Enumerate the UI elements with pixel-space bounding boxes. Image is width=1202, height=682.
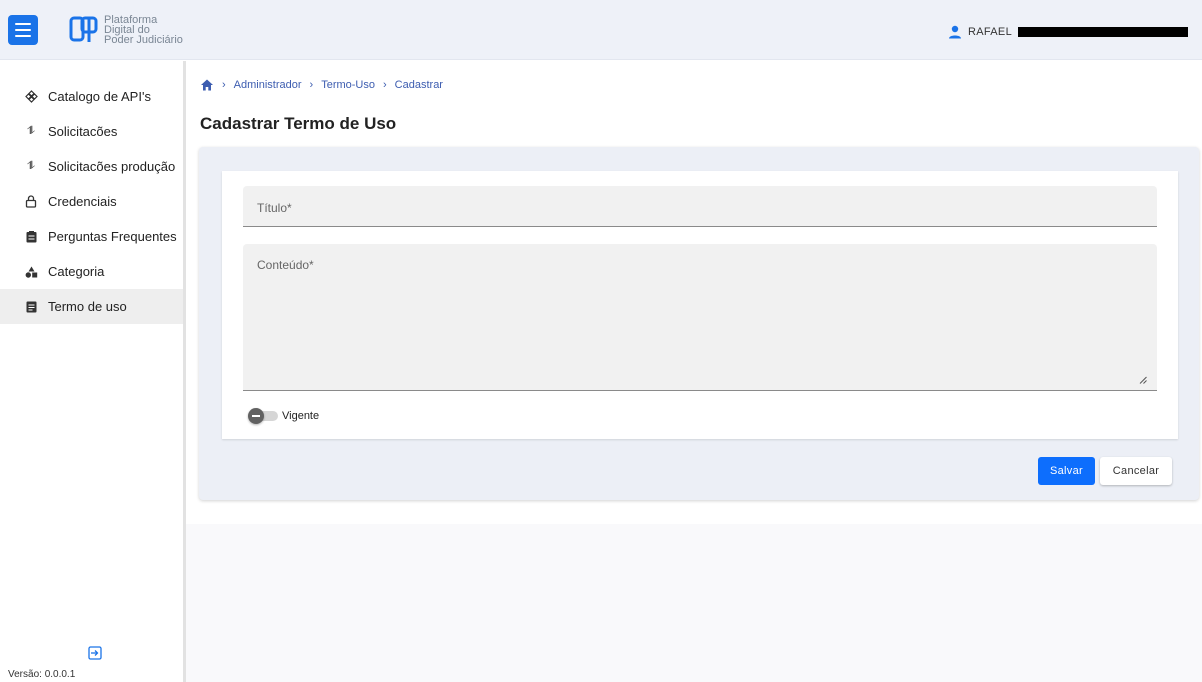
chevron-right-icon: ›: [222, 79, 226, 91]
pdpj-logo[interactable]: Plataforma Digital do Poder Judiciário: [68, 14, 183, 46]
api-catalog-icon: [24, 90, 38, 104]
sidebar: Catalogo de API's ⥮ Solicitacões ⥮ Solic…: [0, 61, 186, 682]
sidebar-item-catalogo-api[interactable]: Catalogo de API's: [0, 79, 183, 114]
logout-icon[interactable]: [88, 646, 102, 660]
breadcrumb-cadastrar[interactable]: Cadastrar: [395, 79, 443, 91]
version-text: Versão: 0.0.0.1: [8, 669, 76, 680]
hamburger-menu-button[interactable]: [8, 15, 38, 45]
redacted-surname: [1018, 27, 1188, 37]
breadcrumb-administrador[interactable]: Administrador: [234, 79, 302, 91]
sidebar-item-label: Solicitacões produção: [48, 159, 176, 174]
chevron-right-icon: ›: [383, 79, 387, 91]
menu-icon-bar: [15, 29, 31, 31]
category-icon: [24, 265, 38, 279]
toggle-track: [248, 408, 278, 424]
sidebar-item-label: Perguntas Frequentes: [48, 229, 177, 244]
menu-icon-bar: [15, 35, 31, 37]
sidebar-item-perguntas-frequentes[interactable]: Perguntas Frequentes: [0, 219, 183, 254]
production-requests-icon: ⥮: [27, 160, 35, 172]
sidebar-item-label: Catalogo de API's: [48, 89, 151, 104]
breadcrumb-termo-uso[interactable]: Termo-Uso: [321, 79, 375, 91]
menu-icon-bar: [15, 23, 31, 25]
user-name: RAFAEL: [968, 26, 1012, 38]
title-field[interactable]: Título*: [243, 186, 1157, 227]
content-textarea[interactable]: Conteúdo*: [243, 244, 1157, 391]
content-field-label: Conteúdo*: [257, 258, 314, 272]
faq-icon: [24, 230, 38, 244]
footer-area: [186, 524, 1202, 682]
vigente-label: Vigente: [282, 410, 320, 422]
resize-handle-icon[interactable]: [1139, 376, 1147, 384]
page-title: Cadastrar Termo de Uso: [200, 114, 397, 133]
sidebar-item-label: Solicitacões: [48, 124, 118, 139]
sidebar-item-categoria[interactable]: Categoria: [0, 254, 183, 289]
form-card: Título* Conteúdo* Vigente Salvar Cancela…: [199, 147, 1199, 500]
requests-icon: ⥮: [27, 125, 35, 137]
terms-icon: [24, 300, 38, 314]
cancel-button[interactable]: Cancelar: [1100, 457, 1172, 485]
minus-icon: [252, 415, 260, 417]
sidebar-item-solicitacoes[interactable]: ⥮ Solicitacões: [0, 114, 183, 149]
form-panel: Título* Conteúdo* Vigente: [222, 171, 1178, 439]
logo-text: Plataforma Digital do Poder Judiciário: [104, 15, 183, 46]
lock-icon: [24, 195, 38, 209]
sidebar-item-termo-de-uso[interactable]: Termo de uso: [0, 289, 183, 324]
save-button[interactable]: Salvar: [1038, 457, 1095, 485]
title-field-label: Título*: [257, 201, 292, 215]
pdpj-logo-icon: [69, 16, 98, 42]
vigente-toggle[interactable]: Vigente: [248, 408, 320, 424]
sidebar-item-label: Credenciais: [48, 194, 117, 209]
user-icon: [949, 25, 961, 39]
user-menu[interactable]: RAFAEL: [948, 25, 1188, 39]
sidebar-item-solicitacoes-producao[interactable]: ⥮ Solicitacões produção: [0, 149, 183, 184]
toggle-thumb: [248, 408, 264, 424]
sidebar-item-label: Categoria: [48, 264, 105, 279]
sidebar-item-label: Termo de uso: [48, 299, 127, 314]
home-icon[interactable]: [200, 78, 214, 92]
top-header: Plataforma Digital do Poder Judiciário R…: [0, 0, 1202, 60]
sidebar-item-credenciais[interactable]: Credenciais: [0, 184, 183, 219]
breadcrumb: › Administrador › Termo-Uso › Cadastrar: [200, 78, 443, 92]
chevron-right-icon: ›: [309, 79, 314, 91]
logo-line: Poder Judiciário: [104, 34, 183, 46]
